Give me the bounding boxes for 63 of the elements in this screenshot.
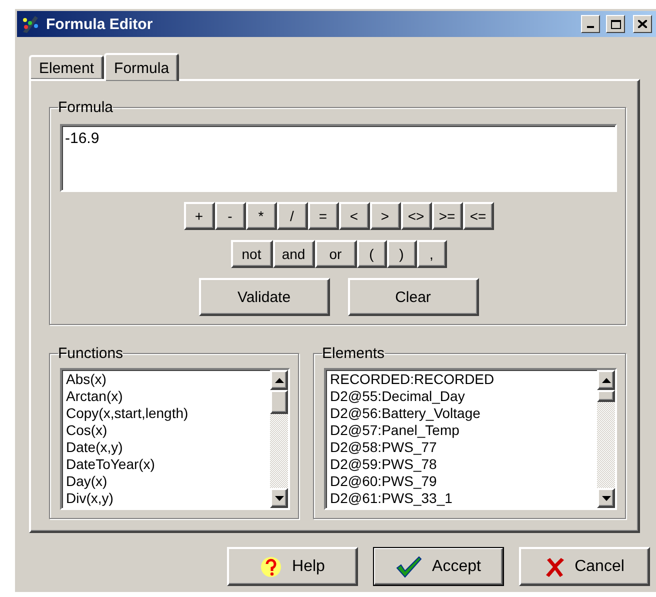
- maximize-button[interactable]: [606, 15, 625, 33]
- elements-list[interactable]: RECORDED:RECORDED D2@55:Decimal_Day D2@56:Battery_Voltage D2@57:Panel_Temp D2@58:PWS_77 D2@59:PWS_78 D2@60:PWS_79 D2@61:PWS_33_1: [324, 368, 617, 510]
- list-item[interactable]: Date(x,y): [66, 439, 266, 456]
- help-button[interactable]: Help: [227, 547, 358, 586]
- list-item[interactable]: D2@60:PWS_79: [330, 473, 593, 490]
- scrollbar[interactable]: [270, 370, 288, 508]
- formula-field[interactable]: -16.9: [60, 124, 617, 192]
- close-icon: [544, 556, 565, 576]
- app-icon: [21, 14, 41, 34]
- list-item[interactable]: D2@59:PWS_78: [330, 456, 593, 473]
- operator-button[interactable]: <>: [400, 202, 432, 230]
- operator-button[interactable]: <: [338, 202, 370, 230]
- operator-button[interactable]: >=: [432, 202, 462, 230]
- clear-button[interactable]: Clear: [348, 278, 478, 316]
- scroll-down-icon: [274, 496, 284, 500]
- list-item[interactable]: D2@55:Decimal_Day: [330, 388, 593, 405]
- list-item[interactable]: D2@61:PWS_33_1: [330, 490, 593, 507]
- scroll-thumb[interactable]: [270, 390, 288, 414]
- scroll-down-icon: [602, 496, 610, 500]
- list-item[interactable]: D2@58:PWS_77: [330, 439, 593, 456]
- question-mark-icon: [260, 556, 282, 578]
- operator-button[interactable]: ): [386, 240, 416, 268]
- list-item[interactable]: Cos(x): [66, 422, 266, 439]
- operator-button[interactable]: -: [214, 202, 246, 230]
- operator-button[interactable]: or: [314, 240, 356, 268]
- list-item[interactable]: Abs(x): [66, 371, 266, 388]
- scrollbar[interactable]: [597, 370, 615, 508]
- group-title: Elements: [322, 345, 385, 362]
- close-icon: [638, 20, 647, 28]
- operator-button[interactable]: ,: [416, 240, 446, 268]
- list-item[interactable]: RECORDED:RECORDED: [330, 371, 593, 388]
- maximize-icon: [610, 20, 620, 28]
- list-item[interactable]: DateToYear(x): [66, 456, 266, 473]
- operator-button[interactable]: *: [246, 202, 276, 230]
- checkmark-icon: [396, 556, 422, 578]
- list-item[interactable]: Div(x,y): [66, 490, 266, 507]
- operator-button[interactable]: >: [370, 202, 400, 230]
- scroll-thumb[interactable]: [597, 390, 615, 402]
- list-item[interactable]: Copy(x,start,length): [66, 405, 266, 422]
- scroll-up-icon: [602, 378, 610, 382]
- list-item[interactable]: D2@57:Panel_Temp: [330, 422, 593, 439]
- operator-button[interactable]: /: [276, 202, 308, 230]
- tab[interactable]: Element: [29, 55, 104, 79]
- list-item[interactable]: Arctan(x): [66, 388, 266, 405]
- close-button[interactable]: [633, 15, 652, 33]
- group-title: Formula: [58, 99, 114, 116]
- operator-button[interactable]: (: [356, 240, 386, 268]
- cancel-button[interactable]: Cancel: [519, 547, 650, 586]
- minimize-button[interactable]: [581, 15, 600, 33]
- operator-button[interactable]: +: [184, 202, 214, 230]
- window-title: Formula Editor: [46, 16, 154, 32]
- operator-button[interactable]: not: [230, 240, 272, 268]
- functions-list[interactable]: Abs(x) Arctan(x) Copy(x,start,length) Cos(x) Date(x,y) DateToYear(x) Day(x) Div(x,y): [60, 368, 290, 510]
- accept-button[interactable]: Accept: [373, 547, 504, 586]
- list-item[interactable]: D2@56:Battery_Voltage: [330, 405, 593, 422]
- scroll-up-icon: [274, 378, 284, 382]
- tab[interactable]: Formula: [104, 53, 180, 81]
- list-item[interactable]: Day(x): [66, 473, 266, 490]
- group-title: Functions: [58, 345, 124, 362]
- validate-button[interactable]: Validate: [198, 278, 330, 316]
- operator-button[interactable]: and: [272, 240, 314, 268]
- operator-button[interactable]: <=: [462, 202, 494, 230]
- operator-button[interactable]: =: [308, 202, 338, 230]
